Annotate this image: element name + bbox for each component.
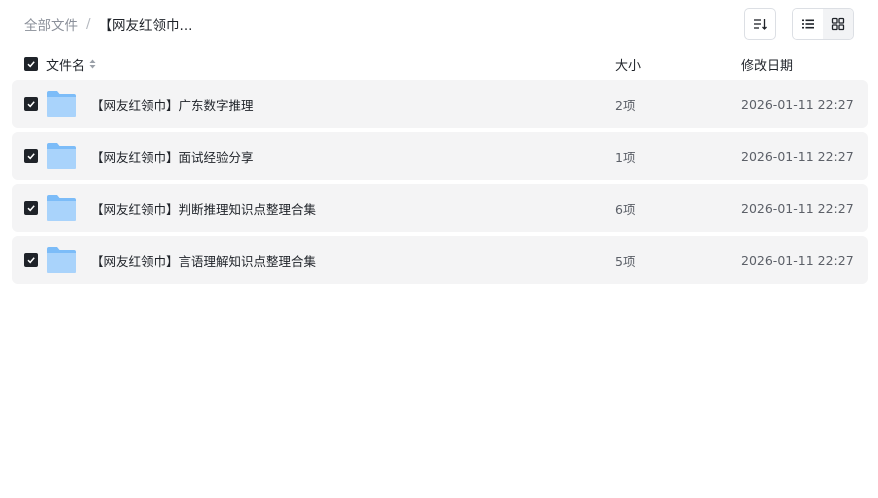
folder-icon [47, 195, 76, 221]
row-file-size: 2项 [615, 97, 636, 113]
list-view-icon [802, 19, 814, 29]
checkmark-icon [27, 101, 35, 108]
sort-lines-icon [754, 19, 767, 30]
row-checkbox[interactable] [24, 201, 38, 215]
checkmark-icon [27, 257, 35, 264]
breadcrumb: 全部文件 / 【网友红领巾... [24, 14, 192, 34]
folder-icon [47, 247, 76, 273]
row-file-size: 6项 [615, 201, 636, 217]
file-list: 【网友红领巾】广东数字推理 2项 2026-01-11 22:27 【网友红领巾… [12, 80, 868, 288]
grid-view-icon [831, 17, 845, 31]
breadcrumb-separator: / [86, 16, 91, 32]
row-modified-date: 2026-01-11 22:27 [741, 96, 854, 112]
sort-button[interactable] [744, 8, 776, 40]
row-file-size: 1项 [615, 149, 636, 165]
column-header-size[interactable]: 大小 [615, 55, 641, 74]
select-all-checkbox[interactable] [24, 57, 38, 71]
row-file-size: 5项 [615, 253, 636, 269]
breadcrumb-current-folder: 【网友红领巾... [98, 18, 193, 34]
row-modified-date: 2026-01-11 22:27 [741, 252, 854, 268]
column-header-name-label: 文件名 [46, 58, 86, 74]
checkmark-icon [27, 205, 35, 212]
row-file-name[interactable]: 【网友红领巾】广东数字推理 [91, 95, 254, 114]
view-toggle [792, 8, 854, 40]
column-header-modified[interactable]: 修改日期 [741, 55, 793, 74]
table-row[interactable]: 【网友红领巾】广东数字推理 2项 2026-01-11 22:27 [12, 80, 868, 128]
folder-icon [47, 143, 76, 169]
checkmark-icon [27, 153, 35, 160]
table-row[interactable]: 【网友红领巾】判断推理知识点整理合集 6项 2026-01-11 22:27 [12, 184, 868, 232]
sort-toggle-icon [89, 58, 96, 70]
row-file-name[interactable]: 【网友红领巾】判断推理知识点整理合集 [91, 199, 316, 218]
row-modified-date: 2026-01-11 22:27 [741, 148, 854, 164]
breadcrumb-root-link[interactable]: 全部文件 [24, 14, 78, 34]
table-row[interactable]: 【网友红领巾】言语理解知识点整理合集 5项 2026-01-11 22:27 [12, 236, 868, 284]
row-modified-date: 2026-01-11 22:27 [741, 200, 854, 216]
grid-view-button[interactable] [823, 9, 853, 39]
column-header-name[interactable]: 文件名 [46, 55, 96, 74]
checkmark-icon [27, 61, 35, 68]
row-file-name[interactable]: 【网友红领巾】言语理解知识点整理合集 [91, 251, 316, 270]
row-checkbox[interactable] [24, 97, 38, 111]
row-checkbox[interactable] [24, 253, 38, 267]
table-row[interactable]: 【网友红领巾】面试经验分享 1项 2026-01-11 22:27 [12, 132, 868, 180]
table-header: 文件名 大小 修改日期 [12, 50, 868, 78]
folder-icon [47, 91, 76, 117]
list-view-button[interactable] [793, 9, 823, 39]
row-file-name[interactable]: 【网友红领巾】面试经验分享 [91, 147, 254, 166]
row-checkbox[interactable] [24, 149, 38, 163]
